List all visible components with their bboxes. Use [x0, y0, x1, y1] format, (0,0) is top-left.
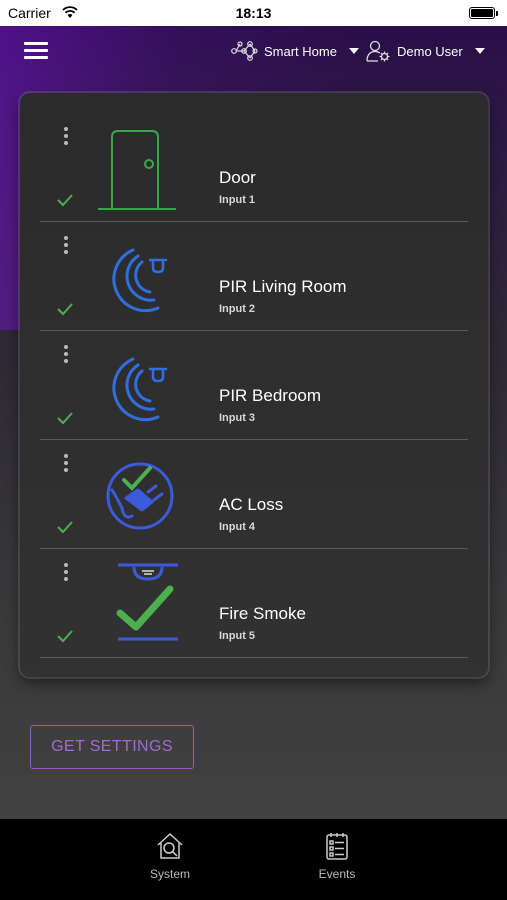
input-row-pir-bedroom[interactable]: PIR Bedroom Input 3 — [40, 331, 468, 440]
tab-label: Events — [318, 867, 356, 881]
house-search-icon — [157, 832, 183, 859]
get-settings-button[interactable]: GET SETTINGS — [30, 725, 194, 769]
tab-label: System — [149, 867, 190, 881]
input-number: Input 5 — [219, 630, 256, 642]
check-icon — [57, 521, 73, 534]
input-name: PIR Bedroom — [219, 386, 322, 405]
more-options-icon[interactable] — [60, 454, 72, 478]
more-options-icon[interactable] — [60, 236, 72, 260]
battery-icon — [469, 7, 495, 19]
smoke-detector-icon — [116, 563, 178, 641]
site-selector-dropdown[interactable]: Smart Home — [230, 38, 359, 64]
caret-down-icon — [474, 48, 485, 54]
input-name: AC Loss — [219, 495, 284, 514]
tab-events[interactable]: Events — [297, 831, 377, 881]
input-number: Input 2 — [219, 303, 256, 315]
input-row-fire-smoke[interactable]: Fire Smoke Input 5 — [40, 549, 468, 658]
check-icon — [57, 303, 73, 316]
user-name: Demo User — [397, 43, 463, 59]
bottom-tab-bar: System Events — [0, 819, 507, 900]
user-settings-icon — [366, 40, 390, 62]
power-plug-icon — [106, 462, 174, 530]
battery-tip — [496, 11, 498, 16]
input-number: Input 1 — [219, 194, 256, 206]
input-row-ac-loss[interactable]: AC Loss Input 4 — [40, 440, 468, 549]
app-root: Carrier 18:13 Smart Home Demo User Door … — [0, 0, 507, 900]
tab-system[interactable]: System — [130, 831, 210, 881]
caret-down-icon — [348, 48, 359, 54]
hamburger-menu-button[interactable] — [24, 42, 48, 60]
check-icon — [57, 630, 73, 643]
user-selector-dropdown[interactable]: Demo User — [365, 38, 485, 64]
input-name: Door — [219, 168, 256, 187]
input-row-pir-living-room[interactable]: PIR Living Room Input 2 — [40, 222, 468, 331]
site-name: Smart Home — [264, 43, 337, 59]
motion-sensor-icon — [112, 357, 168, 422]
input-name: PIR Living Room — [219, 277, 347, 296]
clock-time: 18:13 — [235, 5, 272, 21]
input-number: Input 3 — [219, 412, 256, 424]
check-icon — [57, 412, 73, 425]
input-row-door[interactable]: Door Input 1 — [40, 113, 468, 222]
check-icon — [57, 194, 73, 207]
more-options-icon[interactable] — [60, 563, 72, 587]
inputs-card: Door Input 1 PIR Living Room Input 2 PIR… — [20, 93, 488, 677]
input-name: Fire Smoke — [219, 604, 306, 623]
door-icon — [98, 130, 176, 210]
more-options-icon[interactable] — [60, 127, 72, 151]
top-header: Smart Home Demo User — [0, 26, 507, 76]
network-icon — [231, 41, 258, 61]
event-list-icon — [326, 833, 348, 860]
status-bar: Carrier 18:13 — [0, 0, 507, 26]
input-number: Input 4 — [219, 521, 256, 533]
motion-sensor-icon — [112, 248, 168, 313]
more-options-icon[interactable] — [60, 345, 72, 369]
